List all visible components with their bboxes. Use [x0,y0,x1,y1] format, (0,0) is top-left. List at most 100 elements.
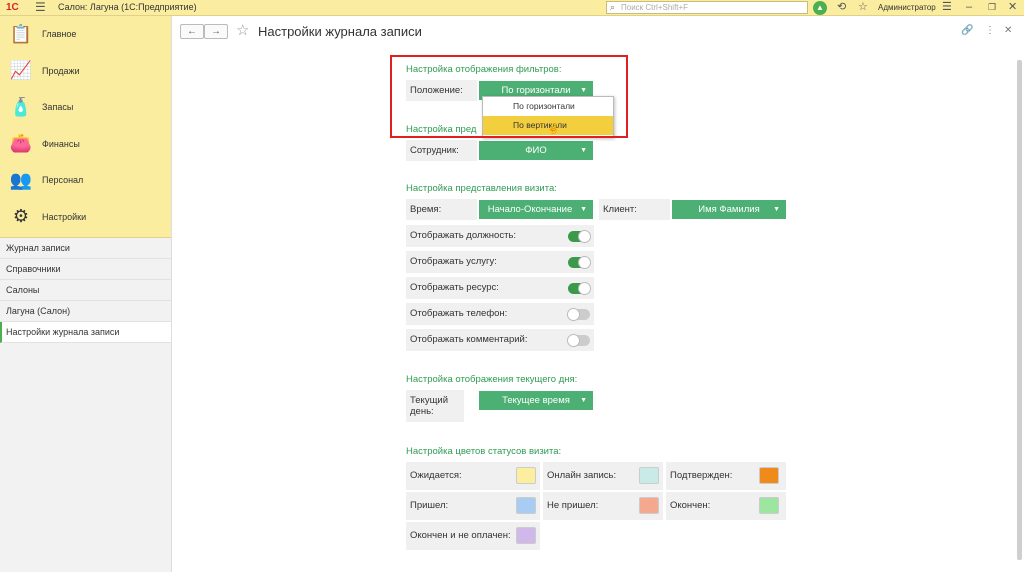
close-icon[interactable]: ✕ [1008,1,1017,14]
toggle-label: Отображать комментарий: [410,334,528,345]
minimize-icon[interactable]: – [966,1,972,14]
show-service-row: Отображать услугу: [406,251,594,273]
sections-panel: 📋 Главное 📈 Продажи 🧴 Запасы 👛 Финансы 👥… [0,16,171,238]
toggle-knob [578,256,591,269]
section-stock[interactable]: 🧴 Запасы [0,89,171,126]
show-service-toggle[interactable] [568,256,591,269]
link-icon[interactable]: 🔗 [961,25,973,36]
chevron-down-icon: ▼ [580,397,587,404]
wallet-icon: 👛 [9,133,33,154]
gear-icon: ⚙ [12,206,30,227]
forward-button[interactable]: → [204,24,228,39]
color-swatch-not-came[interactable] [639,497,659,514]
notifications-icon[interactable]: ▲ [813,1,827,15]
page-title: Настройки журнала записи [258,24,422,39]
visit-section-title: Настройка представления визита: [406,183,557,194]
user-name[interactable]: Администратор [878,3,936,12]
color-swatch-confirmed[interactable] [759,467,779,484]
more-icon[interactable]: ⋮ [985,25,995,36]
client-select-value: Имя Фамилия [698,204,760,215]
chart-icon: 📈 [9,60,33,81]
color-swatch-came[interactable] [516,497,536,514]
cosmetics-icon: 🧴 [9,96,33,117]
toggle-label: Отображать должность: [410,230,517,241]
nav-item-journal[interactable]: Журнал записи [0,238,171,259]
toggle-knob [567,334,580,347]
nav-item-directories[interactable]: Справочники [0,259,171,280]
color-label: Онлайн запись: [547,470,617,481]
scrollbar[interactable] [1017,60,1022,560]
show-phone-row: Отображать телефон: [406,303,594,325]
search-input[interactable]: ⌕ Поиск Ctrl+Shift+F [606,1,808,14]
section-label: Финансы [42,138,80,149]
toggle-knob [567,308,580,321]
section-main[interactable]: 📋 Главное [0,16,171,53]
show-comment-toggle[interactable] [567,334,590,347]
current-day-select[interactable]: Текущее время ▼ [479,391,593,410]
back-button[interactable]: ← [180,24,204,39]
search-placeholder: Поиск Ctrl+Shift+F [621,3,689,12]
section-label: Персонал [42,175,84,186]
chevron-down-icon: ▼ [580,206,587,213]
search-icon: ⌕ [610,2,616,12]
section-label: Запасы [42,102,74,113]
favorite-star-icon[interactable]: ☆ [236,22,249,40]
current-day-select-value: Текущее время [502,395,570,406]
colors-section-title: Настройка цветов статусов визита: [406,446,562,457]
restore-icon[interactable]: ❐ [988,1,996,14]
toggle-label: Отображать телефон: [410,308,508,319]
show-resource-toggle[interactable] [568,282,591,295]
chevron-down-icon: ▼ [773,206,780,213]
chevron-down-icon: ▼ [580,147,587,154]
toggle-label: Отображать услугу: [410,256,497,267]
app-title: Салон: Лагуна (1С:Предприятие) [58,2,197,12]
show-resource-row: Отображать ресурс: [406,277,594,299]
toggle-label: Отображать ресурс: [410,282,499,293]
client-select[interactable]: Имя Фамилия ▼ [672,200,786,219]
top-bar: 1С ☰ Салон: Лагуна (1С:Предприятие) ⌕ По… [0,0,1024,16]
time-select[interactable]: Начало-Окончание ▼ [479,200,593,219]
section-label: Настройки [42,211,87,222]
section-label: Главное [42,29,77,40]
mouse-cursor-icon: ☝ [547,124,560,135]
clipboard-icon: 📋 [9,23,33,44]
color-swatch-finished[interactable] [759,497,779,514]
section-sales[interactable]: 📈 Продажи [0,53,171,90]
show-position-row: Отображать должность: [406,225,594,247]
client-label: Клиент: [599,199,670,220]
menu-icon[interactable]: ☰ [35,1,49,14]
color-swatch-expected[interactable] [516,467,536,484]
show-position-toggle[interactable] [568,230,591,243]
settings-menu-icon[interactable]: ☰ [942,1,952,14]
close-form-icon[interactable]: ✕ [1004,25,1012,36]
employee-select-value: ФИО [525,145,547,156]
section-staff[interactable]: 👥 Персонал [0,162,171,199]
history-icon[interactable]: ⟲ [837,1,846,14]
color-swatch-online[interactable] [639,467,659,484]
show-comment-row: Отображать комментарий: [406,329,594,351]
form-header: ← → ☆ Настройки журнала записи 🔗 ⋮ ✕ [180,22,1018,42]
nav-item-salons[interactable]: Салоны [0,280,171,301]
section-finance[interactable]: 👛 Финансы [0,126,171,163]
time-select-value: Начало-Окончание [487,204,573,215]
favorites-icon[interactable]: ☆ [858,1,868,14]
section-label: Продажи [42,65,80,76]
color-label: Подтвержден: [670,470,733,481]
app-logo: 1С [6,2,19,13]
highlight-frame [390,55,628,138]
color-label: Не пришел: [547,500,599,511]
nav-item-laguna[interactable]: Лагуна (Салон) [0,301,171,322]
toggle-knob [578,230,591,243]
color-swatch-unpaid[interactable] [516,527,536,544]
employee-select[interactable]: ФИО ▼ [479,141,593,160]
color-label: Пришел: [410,500,449,511]
section-settings[interactable]: ⚙ Настройки [0,199,171,236]
people-icon: 👥 [9,169,33,190]
color-label: Окончен и не оплачен: [410,530,511,541]
show-phone-toggle[interactable] [567,308,590,321]
today-section-title: Настройка отображения текущего дня: [406,374,578,385]
nav-item-journal-settings[interactable]: Настройки журнала записи [0,322,171,343]
time-label: Время: [406,199,477,220]
current-day-label: Текущий день: [406,390,464,422]
toggle-knob [578,282,591,295]
